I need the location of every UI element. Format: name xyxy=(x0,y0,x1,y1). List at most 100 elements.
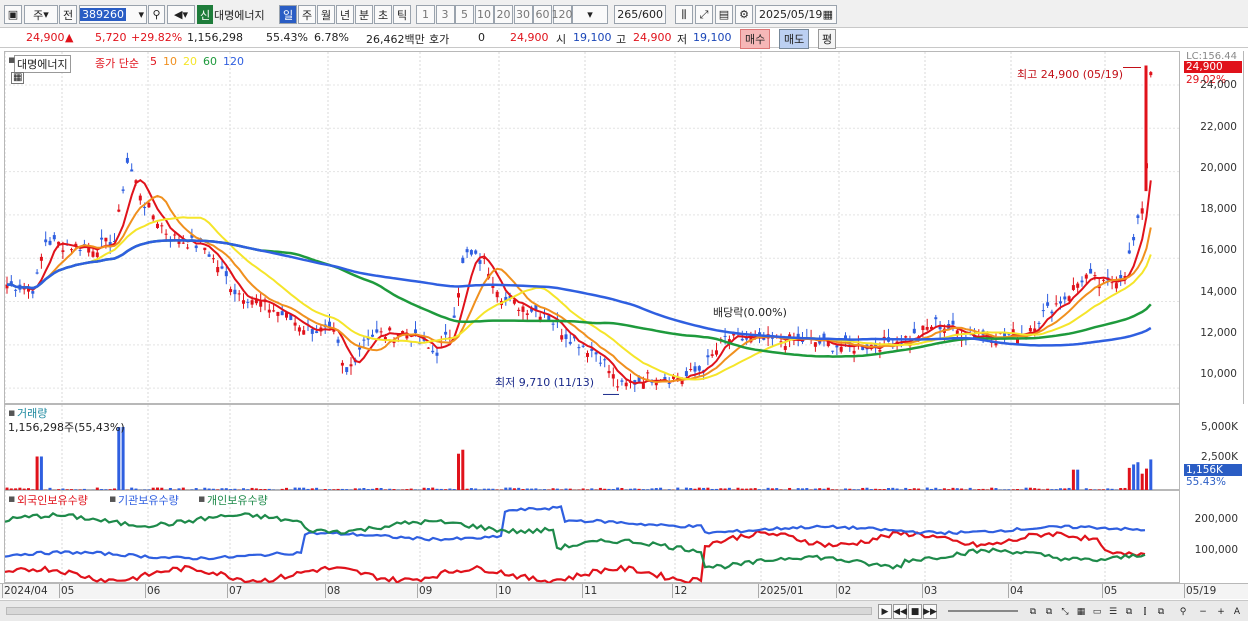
date-tick: 04 xyxy=(1010,585,1024,597)
scroll-track[interactable] xyxy=(6,607,872,615)
period-6-button[interactable]: 틱 xyxy=(393,5,411,24)
interval-30-button[interactable]: 30 xyxy=(513,5,533,24)
date-divider xyxy=(1008,584,1009,598)
list-icon[interactable]: ☰ xyxy=(1106,604,1120,619)
ma-legend-5: 5 xyxy=(150,55,157,68)
font-size-icon[interactable]: A xyxy=(1230,604,1244,619)
copy-icon[interactable]: ⧉ xyxy=(1042,604,1056,619)
volume-bar xyxy=(1145,468,1148,491)
interval-60-button[interactable]: 60 xyxy=(533,5,552,24)
date-axis: 2024/04 05 06 07 08 09 10 11 12 2025/01 02 03 04 05 05… xyxy=(0,583,1248,599)
candle-body xyxy=(594,352,598,355)
count-field[interactable]: 265/600 xyxy=(614,5,666,24)
candle-body xyxy=(211,258,215,260)
window-icon[interactable]: ▣ xyxy=(4,5,22,24)
candle-body xyxy=(250,300,254,305)
tool-icon[interactable]: ⤢ xyxy=(695,5,713,24)
period-4-button[interactable]: 분 xyxy=(355,5,373,24)
chart-stock-name: 대명에너지 xyxy=(14,55,71,73)
period-3-button[interactable]: 년 xyxy=(336,5,354,24)
market-select[interactable]: 주 ▾ xyxy=(24,5,58,24)
candle-body xyxy=(878,350,882,352)
sell-button[interactable]: 매도 xyxy=(779,29,810,49)
window-icon[interactable]: ▭ xyxy=(1090,604,1104,619)
save-icon[interactable]: ▤ xyxy=(715,5,733,24)
candle-body xyxy=(689,368,693,370)
hoga-value: 0 xyxy=(478,31,485,44)
interval-10-button[interactable]: 10 xyxy=(474,5,494,24)
layout-icon[interactable]: ⧉ xyxy=(1026,604,1040,619)
candle-body xyxy=(297,327,301,332)
code-text: 389260 xyxy=(80,8,126,21)
candle-body xyxy=(100,237,104,240)
candle-body xyxy=(233,289,237,295)
candle-body xyxy=(1084,274,1088,279)
candle-body xyxy=(151,215,155,220)
zoom-out-icon[interactable]: − xyxy=(1196,604,1210,619)
interval-5-button[interactable]: 5 xyxy=(455,5,474,24)
candle-body xyxy=(925,326,929,330)
zoom-slider[interactable] xyxy=(948,610,1018,612)
price-chart[interactable]: 대명에너지 종가 단순 ▪ 5 10 20 60 120 ▦ 최고 24,900 (05… xyxy=(4,51,1181,405)
date-divider xyxy=(836,584,837,598)
interval-120-button[interactable]: 120 xyxy=(552,5,573,24)
candle-body xyxy=(224,271,228,277)
period-1-button[interactable]: 주 xyxy=(298,5,316,24)
date-field[interactable]: 2025/05/19 ▦ xyxy=(755,5,837,24)
volume-bar xyxy=(457,453,460,491)
avg-button[interactable]: 평 xyxy=(818,29,837,49)
code-input[interactable]: 389260 ▾ xyxy=(79,5,147,24)
gear-icon[interactable]: ⚙ xyxy=(735,5,753,24)
price-tick: 22,000 xyxy=(1200,121,1237,133)
candle-body xyxy=(14,289,18,291)
interval-1-button[interactable]: 1 xyxy=(416,5,435,24)
cascade-icon[interactable]: ⧉ xyxy=(1122,604,1136,619)
clone-icon[interactable]: ⧉ xyxy=(1154,604,1168,619)
holdings-plot xyxy=(5,491,1146,584)
rewind-icon[interactable]: ◀◀ xyxy=(893,604,907,619)
candle-icon[interactable]: ⫼ xyxy=(675,5,693,24)
legend-individual: 개인보유수량 xyxy=(207,494,268,507)
fit-icon[interactable]: ⤡ xyxy=(1058,604,1072,619)
forward-icon[interactable]: ▶▶ xyxy=(923,604,937,619)
grid-icon[interactable]: ▦ xyxy=(1074,604,1088,619)
volume-bar xyxy=(39,456,43,491)
split-icon[interactable]: ⫿ xyxy=(1138,604,1152,619)
period-5-button[interactable]: 초 xyxy=(374,5,392,24)
candle-body xyxy=(912,328,916,334)
stop-icon[interactable]: ■ xyxy=(908,604,922,619)
interval-select[interactable]: ▾ xyxy=(572,5,608,24)
candle-body xyxy=(39,256,43,261)
interval-20-button[interactable]: 20 xyxy=(494,5,513,24)
candle-body xyxy=(521,306,525,312)
candle-body xyxy=(1059,301,1062,304)
candle-body xyxy=(160,225,164,227)
change-pct: +29.82% xyxy=(131,31,183,44)
zoom-search-icon[interactable]: ⚲ xyxy=(1176,604,1190,619)
zoom-in-icon[interactable]: + xyxy=(1214,604,1228,619)
volume-bar xyxy=(1136,462,1140,491)
candle-body xyxy=(91,251,95,257)
candle-body xyxy=(1063,296,1067,300)
legend-institution: 기관보유수량 xyxy=(118,494,179,507)
candle-body xyxy=(581,345,585,347)
low-annotation: 최저 9,710 (11/13) xyxy=(495,376,595,389)
period-2-button[interactable]: 월 xyxy=(317,5,335,24)
prev-button[interactable]: 전 xyxy=(59,5,77,24)
sound-icon[interactable]: ◀▾ xyxy=(167,5,195,24)
holdings-chart[interactable]: ▪ 외국인보유수량 ▪ 기관보유수량 ▪ 개인보유수량 xyxy=(4,490,1180,584)
interval-3-button[interactable]: 3 xyxy=(435,5,455,24)
calculator-icon[interactable]: ▦ xyxy=(11,72,25,84)
volume-text: 1,156,298주(55,43%) xyxy=(8,421,125,434)
period-0-button[interactable]: 일 xyxy=(279,5,297,24)
volume-chart[interactable]: ▪ 거래량 1,156,298주(55,43%) xyxy=(4,404,1180,491)
date-tick: 02 xyxy=(838,585,852,597)
search-icon[interactable]: ⚲ xyxy=(148,5,165,24)
new-badge: 신 xyxy=(197,5,213,24)
play-icon[interactable]: ▶ xyxy=(878,604,892,619)
panel-marker-icon: ▪ xyxy=(8,53,16,66)
candle-body xyxy=(616,386,620,388)
candle-body xyxy=(78,250,82,252)
buy-button[interactable]: 매수 xyxy=(740,29,771,49)
candle-body xyxy=(813,342,817,347)
